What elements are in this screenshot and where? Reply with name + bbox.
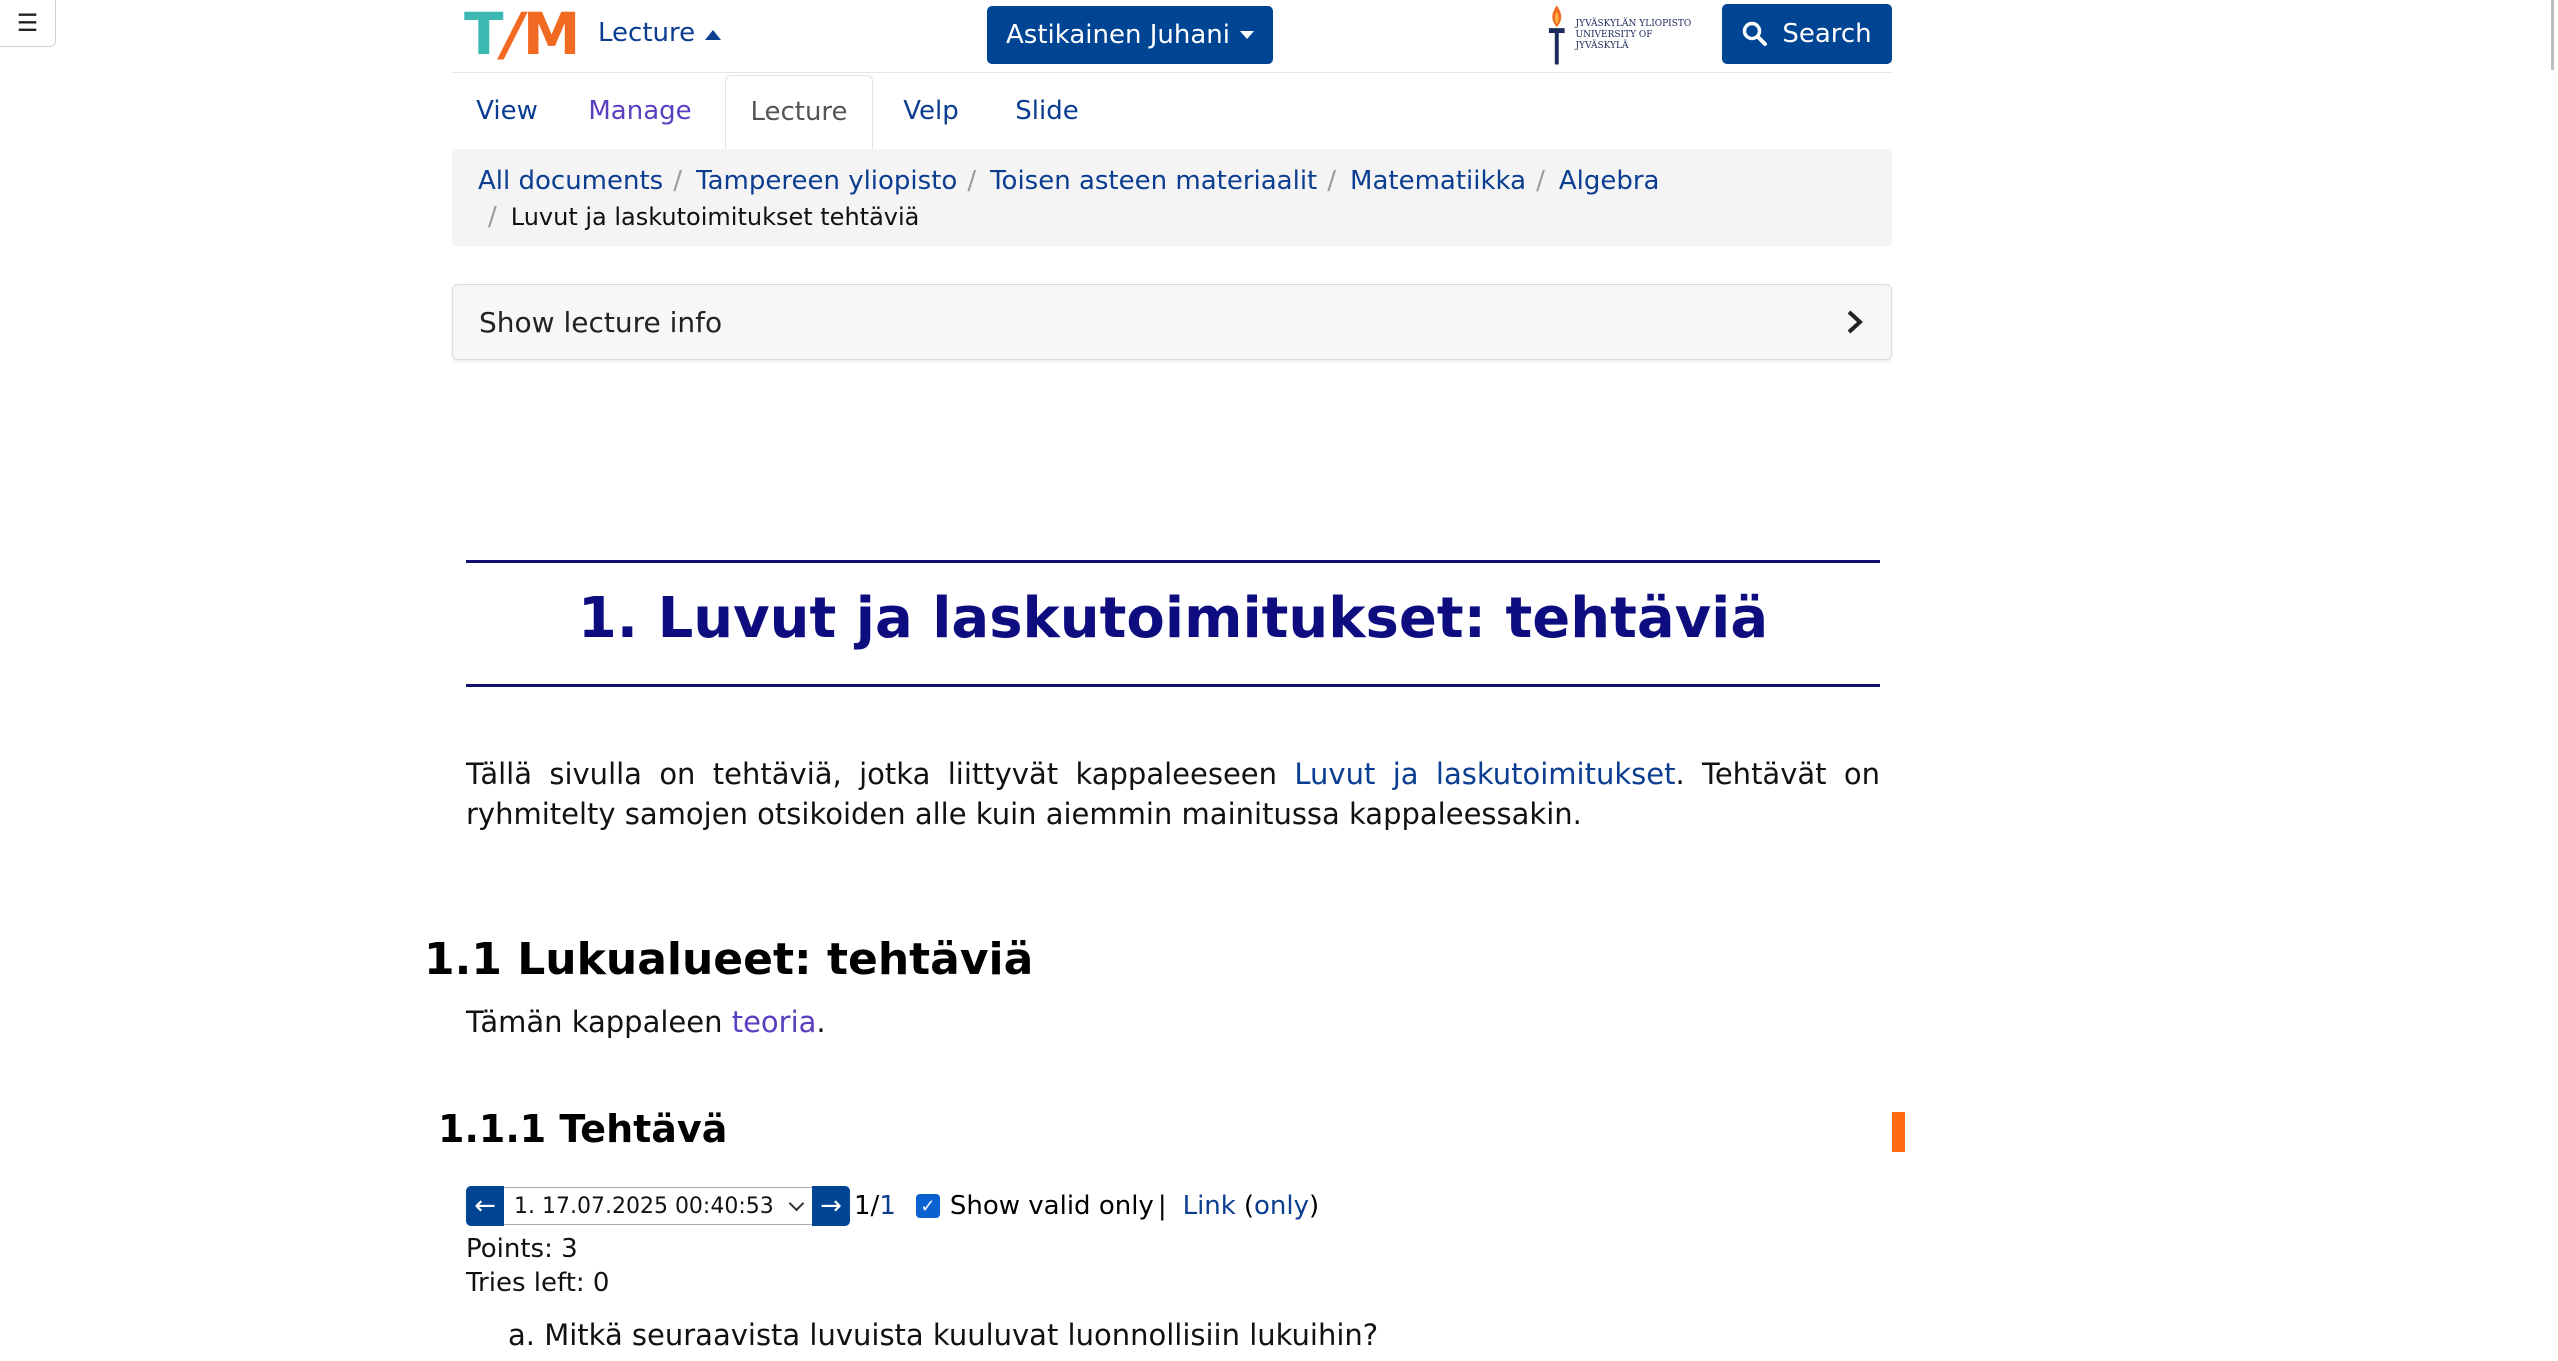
scrollbar-thumb[interactable] <box>2551 0 2554 70</box>
search-label: Search <box>1782 19 1872 49</box>
breadcrumb: All documents / Tampereen yliopisto / Toisen… <box>452 149 1892 246</box>
tim-logo[interactable]: T / M <box>464 5 580 63</box>
chevron-down-icon <box>788 1195 805 1211</box>
tab-view[interactable]: View <box>452 75 562 147</box>
view-tabs: View Manage Lecture Velp Slide <box>452 75 1892 149</box>
section-heading: 1.1 Lukualueet: tehtäviä <box>424 934 1034 985</box>
search-button[interactable]: Search <box>1722 4 1892 64</box>
breadcrumb-all-documents[interactable]: All documents <box>478 166 663 196</box>
breadcrumb-tampereen-yliopisto[interactable]: Tampereen yliopisto <box>696 166 957 196</box>
lecture-dropdown-label: Lecture <box>598 18 696 48</box>
show-lecture-info-panel[interactable]: Show lecture info <box>452 284 1892 360</box>
caret-up-icon <box>705 30 722 40</box>
task-heading: 1.1.1 Tehtävä <box>438 1107 728 1151</box>
breadcrumb-matematiikka[interactable]: Matematiikka <box>1350 166 1526 196</box>
title-rule-bottom <box>466 684 1880 687</box>
intro-paragraph: Tällä sivulla on tehtäviä, jotka liittyv… <box>466 757 1881 831</box>
section-paragraph: Tämän kappaleen teoria. <box>466 1005 826 1039</box>
user-menu-button[interactable]: Astikainen Juhani <box>987 6 1273 64</box>
tab-velp[interactable]: Velp <box>876 75 986 147</box>
separator: | <box>1157 1191 1167 1221</box>
top-bar: T / M Lecture Astikainen Juhani JYVÄSKYLÄN… <box>452 0 1892 73</box>
breadcrumb-algebra[interactable]: Algebra <box>1559 166 1660 196</box>
answer-browser: ← 1. 17.07.2025 00:40:53 → 1/1 ✓ Show va… <box>466 1186 1319 1226</box>
university-name: JYVÄSKYLÄN YLIOPISTO UNIVERSITY OF JYVÄS… <box>1575 18 1692 51</box>
chevron-right-icon <box>1847 310 1863 334</box>
answer-total-link[interactable]: 1 <box>879 1191 896 1221</box>
paragraph-marker[interactable] <box>1892 1112 1905 1152</box>
show-valid-only-label: Show valid only <box>949 1191 1154 1221</box>
question-a: a. Mitkä seuraavista luvuista kuuluvat l… <box>508 1318 1379 1352</box>
search-icon <box>1743 21 1768 46</box>
hamburger-icon: ☰ <box>16 9 39 37</box>
user-name: Astikainen Juhani <box>1006 20 1230 50</box>
breadcrumb-current: Luvut ja laskutoimitukset tehtäviä <box>510 203 920 231</box>
tab-lecture[interactable]: Lecture <box>725 75 873 149</box>
theory-link[interactable]: teoria <box>732 1005 817 1039</box>
intro-link[interactable]: Luvut ja laskutoimitukset <box>1294 757 1675 791</box>
university-logo[interactable]: JYVÄSKYLÄN YLIOPISTO UNIVERSITY OF JYVÄS… <box>1544 2 1706 68</box>
document-title: 1. Luvut ja laskutoimitukset: tehtäviä <box>577 586 1769 651</box>
sidebar-menu-button[interactable]: ☰ <box>0 0 56 47</box>
tries-left-text: Tries left: 0 <box>466 1268 610 1298</box>
torch-icon <box>1548 5 1565 65</box>
title-rule-top <box>466 560 1880 563</box>
next-answer-button[interactable]: → <box>812 1186 850 1226</box>
caret-down-icon <box>1239 31 1254 39</box>
answer-link[interactable]: Link <box>1183 1191 1236 1221</box>
lecture-dropdown[interactable]: Lecture <box>598 18 722 48</box>
tab-manage[interactable]: Manage <box>570 75 710 147</box>
breadcrumb-toisen-asteen-materiaalit[interactable]: Toisen asteen materiaalit <box>990 166 1317 196</box>
tab-slide[interactable]: Slide <box>992 75 1102 147</box>
answer-count: 1/1 <box>854 1191 896 1221</box>
answer-select-value: 1. 17.07.2025 00:40:53 <box>514 1193 774 1219</box>
answer-select[interactable]: 1. 17.07.2025 00:40:53 <box>504 1187 812 1225</box>
page-container: T / M Lecture Astikainen Juhani JYVÄSKYLÄN… <box>452 0 1892 360</box>
show-valid-only-checkbox[interactable]: ✓ <box>915 1194 940 1218</box>
previous-answer-button[interactable]: ← <box>466 1186 504 1226</box>
points-text: Points: 3 <box>466 1234 578 1264</box>
lecture-info-label: Show lecture info <box>479 305 723 339</box>
answer-only-link[interactable]: only <box>1254 1191 1309 1221</box>
